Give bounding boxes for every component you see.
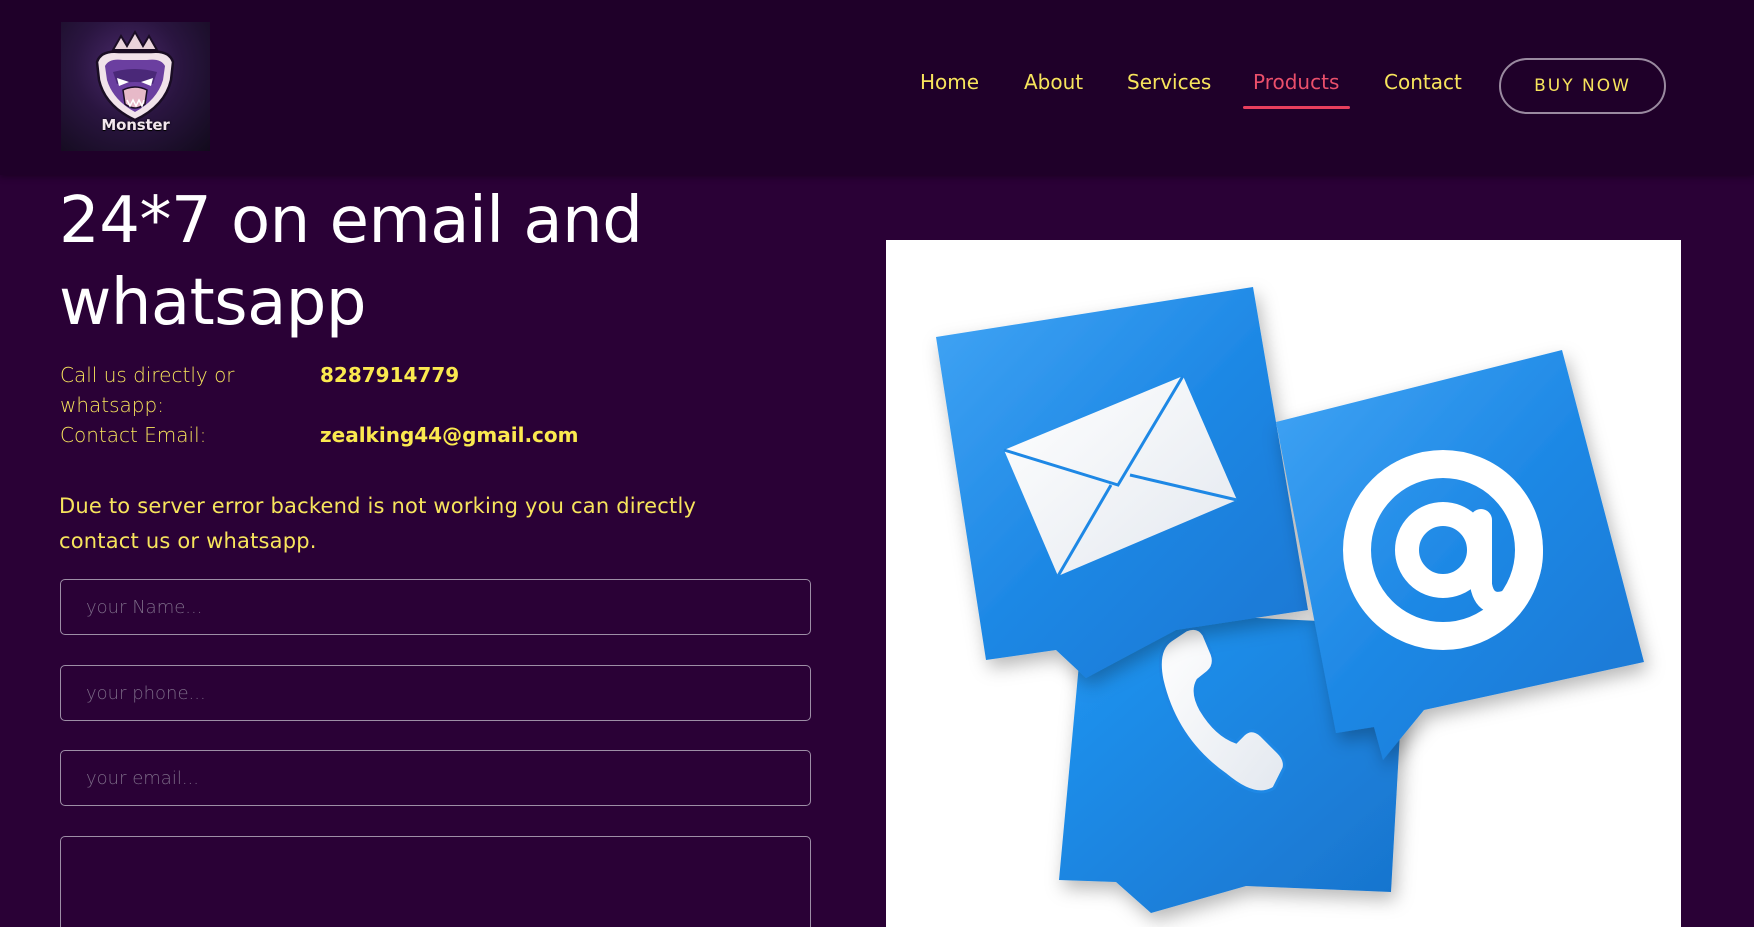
- phone-value[interactable]: 8287914779: [320, 360, 459, 390]
- phone-label: Call us directly or whatsapp:: [60, 363, 235, 417]
- phone-input[interactable]: [60, 665, 811, 721]
- email-input[interactable]: [60, 750, 811, 806]
- site-header: Monster Home About Services Products Con…: [0, 0, 1754, 175]
- page-title: 24*7 on email and whatsapp: [59, 184, 643, 340]
- nav-home[interactable]: Home: [920, 70, 979, 94]
- email-value[interactable]: zealking44@gmail.com: [320, 420, 579, 450]
- contact-illustration: [886, 240, 1681, 927]
- nav-services[interactable]: Services: [1127, 70, 1211, 94]
- logo-text: Monster: [101, 116, 170, 134]
- message-textarea[interactable]: [60, 836, 811, 927]
- page: Monster Home About Services Products Con…: [0, 0, 1754, 927]
- active-nav-indicator: [1243, 106, 1350, 109]
- buy-now-button[interactable]: BUY NOW: [1499, 58, 1666, 114]
- contact-icons-graphic: [936, 287, 1644, 913]
- nav-contact[interactable]: Contact: [1384, 70, 1462, 94]
- server-error-notice: Due to server error backend is not worki…: [59, 494, 697, 553]
- name-input[interactable]: [60, 579, 811, 635]
- email-label: Contact Email:: [60, 423, 207, 447]
- at-sign-bubble: [1276, 350, 1644, 760]
- brand-logo[interactable]: Monster: [61, 22, 210, 151]
- nav-products[interactable]: Products: [1253, 70, 1339, 94]
- nav-about[interactable]: About: [1024, 70, 1083, 94]
